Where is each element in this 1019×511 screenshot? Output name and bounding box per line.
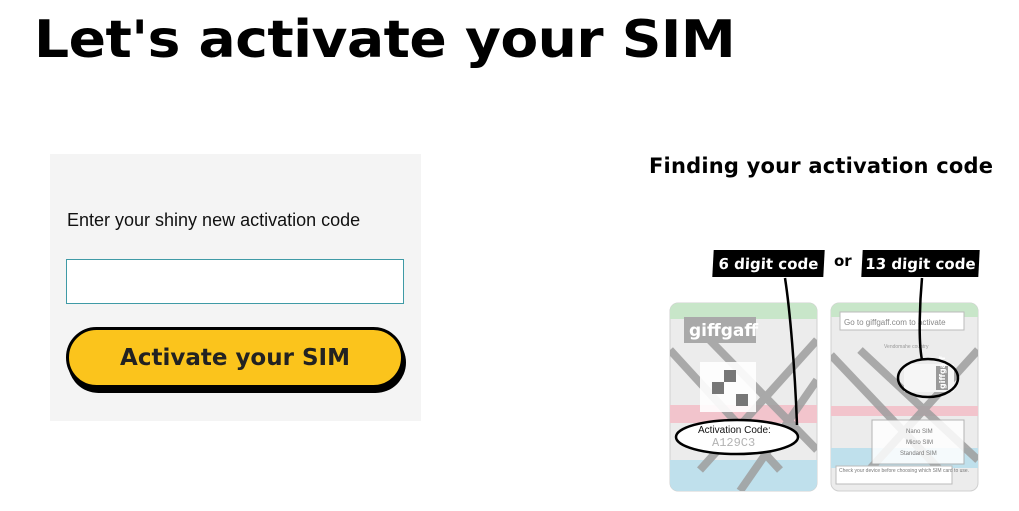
right-card-small-text: Vendomahe country bbox=[884, 344, 929, 350]
micro-sim-label: Micro SIM bbox=[906, 440, 933, 446]
page-title: Let's activate your SIM bbox=[34, 10, 736, 70]
right-card-footer: Check your device before choosing which … bbox=[839, 468, 969, 474]
activation-code-value-on-card: A129C3 bbox=[712, 436, 755, 450]
activation-code-input[interactable] bbox=[66, 259, 404, 304]
standard-sim-label: Standard SIM bbox=[900, 451, 937, 457]
sim-card-illustration: giffgaff Activation Code: A129C3 Go to g… bbox=[669, 277, 979, 492]
left-card-brand: giffgaff bbox=[689, 321, 758, 341]
sim-card-thirteen-digit: Go to giffgaff.com to activate Vendomahe… bbox=[830, 277, 979, 492]
activation-code-label-on-card: Activation Code: bbox=[698, 425, 771, 436]
sim-card-six-digit: giffgaff Activation Code: A129C3 bbox=[669, 277, 818, 492]
right-card-goto-text: Go to giffgaff.com to activate bbox=[844, 318, 946, 327]
activation-code-label: Enter your shiny new activation code bbox=[67, 210, 361, 230]
help-title: Finding your activation code bbox=[649, 154, 994, 178]
activation-form: Enter your shiny new activation code Act… bbox=[50, 154, 421, 421]
activate-sim-button[interactable]: Activate your SIM bbox=[66, 327, 404, 388]
or-separator: or bbox=[834, 252, 852, 270]
nano-sim-label: Nano SIM bbox=[906, 429, 933, 435]
